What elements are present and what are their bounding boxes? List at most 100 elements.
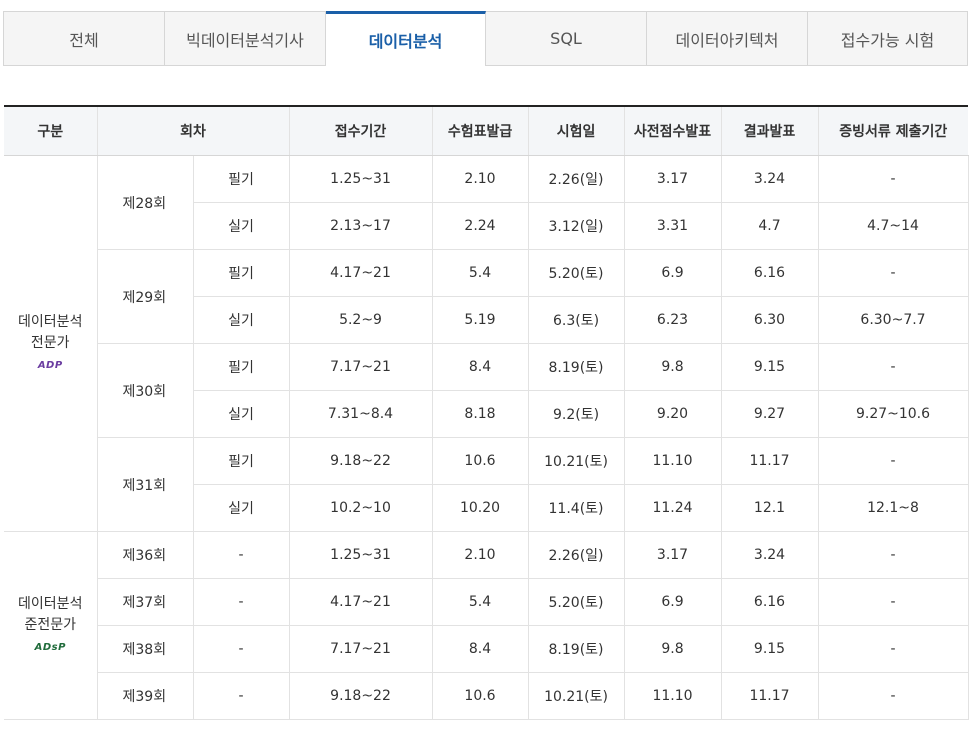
category-label: 데이터분석	[18, 595, 83, 612]
table-row: 제31회 필기 9.18~22 10.6 10.21(토) 11.10 11.1…	[4, 437, 969, 532]
ticket-issue: 5.19	[431, 296, 529, 344]
tab-data-analysis[interactable]: 데이터분석	[326, 11, 486, 66]
result-date: 6.30	[720, 296, 819, 344]
ticket-issue: 5.4	[431, 249, 529, 297]
exam-date: 2.26(일)	[527, 155, 625, 203]
table-row: 데이터분석 전문가 ADP 제28회 필기 1.25~31 2.10 2.26(…	[4, 155, 969, 532]
table-row: 제37회 - 4.17~21 5.4 5.20(토) 6.9 6.16 -	[4, 578, 969, 626]
ticket-issue: 8.18	[431, 390, 529, 438]
result-date: 9.27	[720, 390, 819, 438]
application-period: 9.18~22	[288, 437, 433, 485]
exam-date: 10.21(토)	[527, 672, 625, 720]
table-row: 제38회 - 7.17~21 8.4 8.19(토) 9.8 9.15 -	[4, 625, 969, 673]
exam-date: 11.4(토)	[527, 484, 625, 532]
result-date: 11.17	[720, 672, 819, 720]
exam-type: -	[192, 672, 290, 720]
tab-bigdata-analyst[interactable]: 빅데이터분석기사	[165, 11, 326, 66]
exam-type: 실기	[193, 390, 290, 438]
ticket-issue: 2.10	[431, 155, 529, 203]
round-cell: 제37회	[97, 578, 194, 626]
exam-tabs: 전체 빅데이터분석기사 데이터분석 SQL 데이터아키텍처 접수가능 시험	[3, 11, 968, 66]
header-application-period: 접수기간	[288, 105, 433, 156]
ticket-issue: 8.4	[431, 343, 529, 391]
exam-type: -	[192, 578, 290, 626]
exam-type: 필기	[192, 249, 290, 297]
pre-score: 9.8	[623, 343, 722, 391]
application-period: 9.18~22	[288, 672, 433, 720]
round-cell: 제30회	[97, 343, 194, 438]
tab-open-exams[interactable]: 접수가능 시험	[808, 11, 968, 66]
round-cell: 제38회	[97, 625, 194, 673]
exam-date: 3.12(일)	[527, 202, 625, 250]
docs-period: -	[817, 625, 969, 673]
category-adp: 데이터분석 전문가 ADP	[4, 155, 98, 532]
result-date: 9.15	[720, 343, 819, 391]
adp-logo-icon: ADP	[37, 359, 63, 371]
table-row: 제30회 필기 7.17~21 8.4 8.19(토) 9.8 9.15 -	[4, 343, 969, 438]
header-exam-date: 시험일	[527, 105, 625, 156]
pre-score: 9.8	[623, 625, 722, 673]
table-row: 데이터분석 준전문가 ADsP 제36회 - 1.25~31 2.10 2.26…	[4, 531, 969, 720]
exam-date: 5.20(토)	[527, 578, 625, 626]
docs-period: -	[817, 249, 969, 297]
category-label: 준전문가	[24, 616, 77, 633]
exam-type: -	[192, 625, 290, 673]
pre-score: 11.24	[623, 484, 722, 532]
result-date: 11.17	[720, 437, 819, 485]
exam-type: 실기	[193, 202, 290, 250]
category-label: 전문가	[30, 334, 70, 351]
pre-score: 11.10	[623, 437, 722, 485]
exam-type: 필기	[192, 343, 290, 391]
exam-date: 9.2(토)	[527, 390, 625, 438]
pre-score: 6.23	[623, 296, 722, 344]
adsp-logo-icon: ADsP	[34, 641, 66, 653]
exam-date: 8.19(토)	[527, 343, 625, 391]
exam-schedule-table: 구분 회차 접수기간 수험표발급 시험일 사전점수발표 결과발표 증빙서류 제출…	[4, 105, 969, 720]
ticket-issue: 8.4	[431, 625, 529, 673]
exam-date: 8.19(토)	[527, 625, 625, 673]
docs-period: 4.7~14	[817, 202, 969, 250]
round-cell: 제29회	[97, 249, 194, 344]
application-period: 7.17~21	[288, 343, 433, 391]
result-date: 6.16	[720, 249, 819, 297]
application-period: 4.17~21	[288, 249, 433, 297]
application-period: 2.13~17	[288, 202, 433, 250]
exam-date: 2.26(일)	[527, 531, 625, 579]
docs-period: -	[817, 155, 969, 203]
docs-period: -	[817, 437, 969, 485]
header-pre-score: 사전점수발표	[623, 105, 722, 156]
exam-date: 5.20(토)	[527, 249, 625, 297]
pre-score: 3.17	[623, 155, 722, 203]
ticket-issue: 10.20	[431, 484, 529, 532]
tab-all[interactable]: 전체	[3, 11, 165, 66]
table-row: 제39회 - 9.18~22 10.6 10.21(토) 11.10 11.17…	[4, 672, 969, 720]
exam-type: 필기	[192, 155, 290, 203]
header-result: 결과발표	[720, 105, 819, 156]
docs-period: 12.1~8	[817, 484, 969, 532]
header-ticket-issue: 수험표발급	[431, 105, 529, 156]
ticket-issue: 10.6	[431, 437, 529, 485]
header-round: 회차	[96, 105, 290, 156]
pre-score: 9.20	[623, 390, 722, 438]
pre-score: 6.9	[623, 249, 722, 297]
exam-type: -	[192, 531, 290, 579]
result-date: 9.15	[720, 625, 819, 673]
exam-type: 실기	[193, 484, 290, 532]
pre-score: 6.9	[623, 578, 722, 626]
pre-score: 3.31	[623, 202, 722, 250]
ticket-issue: 10.6	[431, 672, 529, 720]
docs-period: 9.27~10.6	[817, 390, 969, 438]
round-cell: 제31회	[97, 437, 194, 532]
round-cell: 제36회	[96, 531, 194, 579]
application-period: 10.2~10	[288, 484, 433, 532]
pre-score: 11.10	[623, 672, 722, 720]
table-row: 제29회 필기 4.17~21 5.4 5.20(토) 6.9 6.16 -	[4, 249, 969, 344]
docs-period: -	[817, 578, 969, 626]
exam-date: 10.21(토)	[527, 437, 625, 485]
header-docs-period: 증빙서류 제출기간	[817, 105, 969, 156]
tab-sql[interactable]: SQL	[486, 11, 647, 66]
application-period: 5.2~9	[288, 296, 433, 344]
tab-data-architecture[interactable]: 데이터아키텍처	[647, 11, 808, 66]
application-period: 1.25~31	[288, 531, 433, 579]
application-period: 7.17~21	[288, 625, 433, 673]
